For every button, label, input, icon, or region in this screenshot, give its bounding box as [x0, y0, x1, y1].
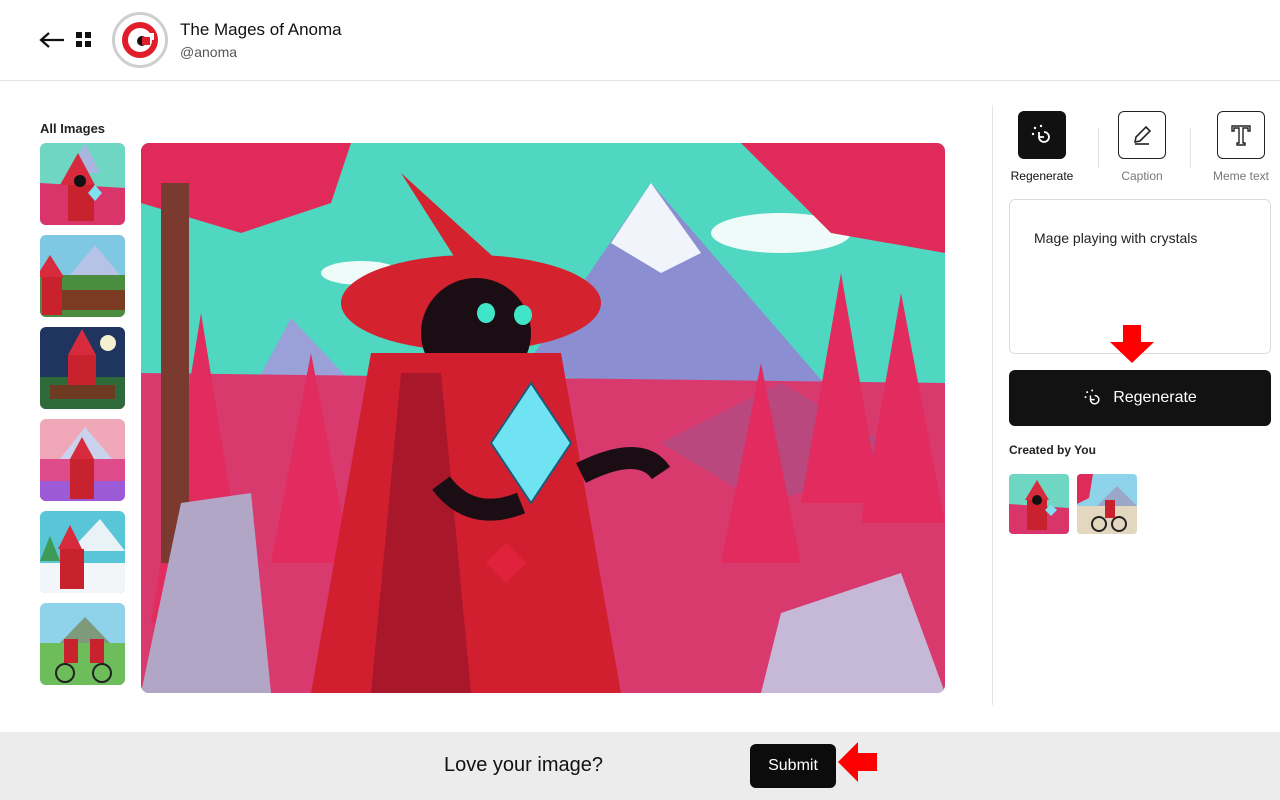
annotation-arrow-down	[1110, 325, 1154, 363]
caption-tool-icon-box[interactable]	[1118, 111, 1166, 159]
tool-label-regenerate: Regenerate	[1010, 169, 1074, 183]
tool-label-caption: Caption	[1121, 169, 1163, 183]
meme-text-tool-icon-box[interactable]	[1217, 111, 1265, 159]
tool-label-meme-text: Meme text	[1212, 169, 1269, 183]
back-arrow-icon[interactable]	[38, 27, 66, 53]
main-generated-image	[141, 143, 945, 693]
anoma-logo-icon	[116, 16, 164, 64]
tool-meme-text[interactable]: Meme text	[1208, 111, 1274, 183]
regenerate-icon	[1031, 124, 1050, 143]
regenerate-button[interactable]: Regenerate	[1009, 370, 1271, 426]
account-handle: @anoma	[180, 44, 238, 60]
love-your-image-text: Love your image?	[444, 754, 603, 776]
pencil-icon	[1133, 125, 1152, 145]
thumbnail-6[interactable]	[40, 603, 125, 685]
regenerate-tool-icon-box[interactable]	[1018, 111, 1066, 159]
thumbnail-4[interactable]	[40, 419, 125, 501]
tool-separator	[1098, 128, 1099, 168]
thumbnail-5[interactable]	[40, 511, 125, 593]
created-thumbnail-2[interactable]	[1077, 474, 1137, 534]
created-thumbnail-1[interactable]	[1009, 474, 1069, 534]
annotation-arrow-left	[838, 742, 877, 782]
submit-button[interactable]: Submit	[750, 744, 836, 788]
avatar[interactable]	[112, 12, 168, 68]
thumbnail-2[interactable]	[40, 235, 125, 317]
page-title: The Mages of Anoma	[180, 20, 342, 39]
tool-caption[interactable]: Caption	[1109, 111, 1175, 183]
panel-divider	[992, 105, 993, 705]
tool-separator	[1190, 128, 1191, 168]
all-images-label: All Images	[40, 121, 106, 136]
thumbnail-3[interactable]	[40, 327, 125, 409]
footer-bar: Love your image? Submit	[0, 732, 1280, 800]
mage-crystal-illustration	[141, 143, 945, 693]
thumbnail-1[interactable]	[40, 143, 125, 225]
text-icon	[1231, 125, 1251, 146]
regenerate-icon	[1084, 389, 1100, 405]
regenerate-button-label: Regenerate	[1113, 389, 1197, 406]
created-by-you-label: Created by You	[1009, 443, 1096, 457]
tool-regenerate[interactable]: Regenerate	[1009, 111, 1075, 183]
header: The Mages of Anoma @anoma	[0, 0, 1280, 81]
grid-menu-icon[interactable]	[75, 31, 93, 49]
